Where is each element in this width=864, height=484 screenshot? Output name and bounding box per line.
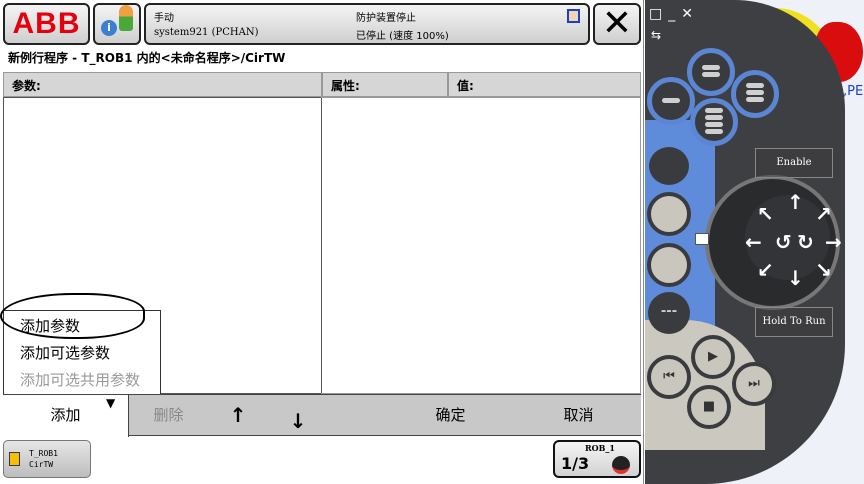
program-editor-icon: [9, 452, 20, 466]
state-text: 已停止 (速度 100%): [356, 31, 449, 42]
task-line1: T_ROB1: [29, 449, 58, 458]
play-icon: ▶: [708, 349, 718, 364]
keyboard-icon[interactable]: [695, 233, 709, 245]
ok-button[interactable]: 确定: [403, 395, 498, 437]
task-button-cirtw[interactable]: T_ROB1 CirTW: [3, 440, 91, 478]
info-user-icon: i: [101, 20, 117, 36]
value-header: 值:: [448, 72, 641, 97]
preset-button-2[interactable]: [647, 77, 695, 125]
add-label: 添加: [50, 406, 81, 424]
safety-text: 防护装置停止: [356, 13, 416, 24]
motion-mode-button[interactable]: [647, 192, 691, 236]
menu-item-add-optional-shared-param: 添加可选共用参数: [20, 371, 141, 389]
stop-button[interactable]: ■: [687, 385, 731, 429]
tool-disabled-icon: [612, 456, 630, 474]
move-up-button[interactable]: ↑: [208, 395, 268, 437]
preset-button-1[interactable]: [687, 48, 735, 96]
close-icon: ✕: [601, 3, 633, 44]
cancel-button[interactable]: 取消: [531, 395, 626, 437]
minimize-icon[interactable]: _: [668, 6, 681, 22]
robot-status-icon: [567, 9, 580, 23]
close-window-icon[interactable]: ✕: [681, 6, 699, 22]
arrow-right-icon: →: [825, 230, 842, 254]
pendant-panel: ,PEI □_✕ ⇆ --- ▶ ⏮ ⏭ ■ ↑ ↓ ← → ↖ ↗ ↙ ↘ ↺…: [645, 0, 864, 484]
move-down-button[interactable]: ↓: [268, 395, 328, 437]
status-bar[interactable]: 手动 system921 (PCHAN) 防护装置停止 已停止 (速度 100%…: [144, 3, 590, 45]
event-log-button[interactable]: i: [93, 3, 141, 45]
arrow-down-right-icon: ↘: [815, 258, 832, 282]
add-menu: 添加参数 添加可选参数 添加可选共用参数: [3, 310, 161, 395]
enable-button[interactable]: Enable: [755, 148, 833, 178]
abb-menu-button[interactable]: ABB: [3, 3, 90, 45]
toolbar: 添加 ▼ 删除 ↑ ↓ 确定 取消: [3, 394, 641, 437]
mode-text: 手动: [154, 13, 174, 24]
menu-item-add-param[interactable]: 添加参数: [4, 313, 160, 340]
delete-button: 删除: [128, 395, 208, 437]
add-button[interactable]: 添加 ▼: [3, 395, 128, 437]
params-header: 参数:: [3, 72, 322, 97]
flexpendant-screen: ABB i 手动 system921 (PCHAN) 防护装置停止 已停止 (速…: [0, 0, 644, 484]
restore-icon[interactable]: □: [649, 6, 668, 22]
background-window-text: ,PEI: [843, 84, 864, 99]
step-back-icon: ⏮: [663, 369, 675, 384]
arrow-down-left-icon: ↙: [757, 258, 774, 282]
arrow-left-icon: ←: [745, 230, 762, 254]
user-icon: [119, 5, 133, 31]
increment-button[interactable]: [647, 243, 691, 287]
mechanical-unit-button[interactable]: [649, 147, 689, 185]
rotate-ccw-icon: ↺: [775, 230, 792, 254]
rotate-cw-icon: ↻: [797, 230, 814, 254]
arrow-up-left-icon: ↖: [757, 202, 774, 226]
swap-icon[interactable]: ⇆: [651, 28, 661, 42]
window-controls: □_✕: [649, 6, 715, 24]
system-text: system921 (PCHAN): [154, 27, 259, 38]
step-back-button[interactable]: ⏮: [647, 355, 691, 399]
dropdown-triangle-icon: ▼: [106, 396, 116, 410]
robot-unit-label: ROB_1: [585, 443, 615, 453]
step-forward-icon: ⏭: [748, 376, 760, 391]
task-line2: CirTW: [29, 460, 54, 469]
attribute-header: 属性:: [322, 72, 448, 97]
arrow-down-icon: ↓: [787, 266, 804, 290]
function-button[interactable]: ---: [648, 292, 690, 334]
speed-fraction-icon: 1/3: [561, 454, 590, 473]
arrow-up-icon: ↑: [787, 190, 804, 214]
page-title: 新例行程序 - T_ROB1 内的<未命名程序>/CirTW: [8, 51, 286, 65]
hold-to-run-button[interactable]: Hold To Run: [755, 307, 833, 337]
step-forward-button[interactable]: ⏭: [732, 362, 776, 406]
abb-logo: ABB: [12, 7, 81, 40]
quickset-button[interactable]: ROB_1 1/3: [553, 440, 641, 478]
menu-item-add-optional-param[interactable]: 添加可选参数: [4, 340, 160, 367]
arrow-up-right-icon: ↗: [815, 202, 832, 226]
preset-button-3[interactable]: [731, 70, 779, 118]
stop-icon: ■: [702, 399, 716, 414]
close-button[interactable]: ✕: [593, 3, 641, 45]
start-button[interactable]: ▶: [691, 335, 735, 379]
attribute-list[interactable]: [321, 97, 641, 394]
preset-button-4[interactable]: [690, 98, 738, 146]
